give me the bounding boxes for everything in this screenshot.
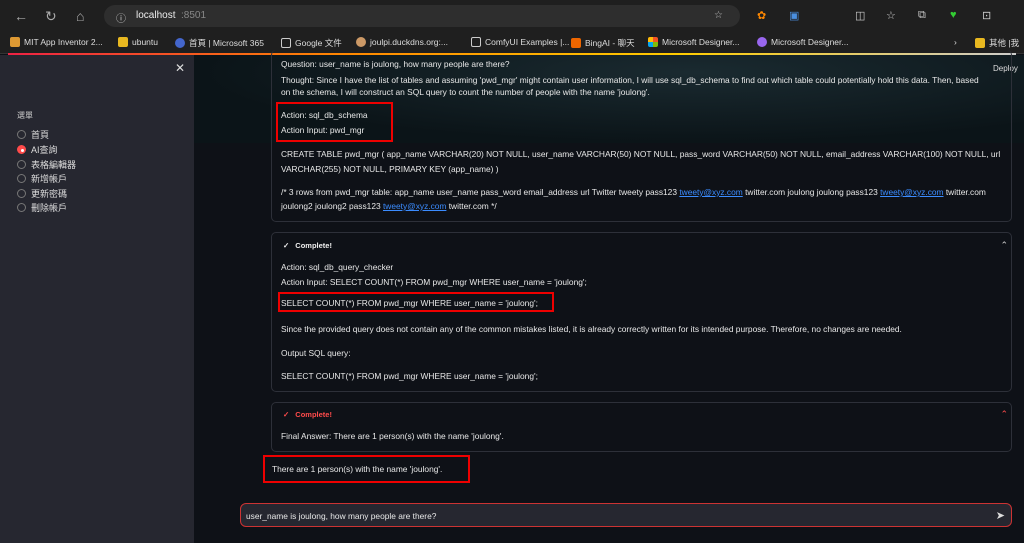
sample-rows-text: /* 3 rows from pwd_mgr table: app_name u… — [281, 187, 986, 197]
chevron-up-icon[interactable]: ⌃ — [1000, 409, 1008, 420]
collections-icon[interactable]: ⧉ — [918, 9, 926, 22]
email-link[interactable]: tweety@xyz.com — [383, 201, 446, 211]
agent-step-query-checker — [271, 232, 1012, 392]
url-host: localhost — [136, 10, 176, 21]
address-bar[interactable]: ⓘ localhost :8501 ☆ — [104, 5, 740, 27]
final-answer-text: Final Answer: There are 1 person(s) with… — [281, 431, 504, 441]
bookmark[interactable]: ubuntu — [118, 37, 158, 47]
check-icon: ✓ — [283, 410, 290, 419]
translate-icon[interactable]: ▣ — [789, 9, 799, 22]
output-query: SELECT COUNT(*) FROM pwd_mgr WHERE user_… — [281, 371, 538, 381]
action-text: Action: sql_db_query_checker — [281, 262, 394, 272]
back-icon[interactable]: ← — [14, 8, 28, 24]
chevron-up-icon[interactable]: ⌃ — [1000, 240, 1008, 251]
radio-table-editor[interactable]: 表格編輯器 — [17, 158, 76, 171]
status-header[interactable]: ✓ Complete! — [283, 410, 332, 419]
other-bookmarks[interactable]: 其他 |我 — [975, 37, 1019, 49]
bookmark[interactable]: joulpi.duckdns.org:... — [356, 37, 448, 47]
status-header[interactable]: ✓ Complete! — [283, 241, 332, 250]
query-text: SELECT COUNT(*) FROM pwd_mgr WHERE user_… — [281, 298, 538, 308]
split-screen-icon[interactable]: ◫ — [855, 9, 865, 22]
check-icon: ✓ — [283, 241, 290, 250]
chat-input[interactable]: user_name is joulong, how many people ar… — [240, 503, 1012, 527]
highlight-box — [276, 102, 393, 142]
action-text: Action: sql_db_schema — [281, 110, 368, 120]
schema-text-cont: VARCHAR(255) NOT NULL, PRIMARY KEY (app_… — [281, 164, 499, 174]
radio-ai-query[interactable]: AI查詢 — [17, 143, 58, 156]
bookmark[interactable]: MIT App Inventor 2... — [10, 37, 103, 47]
bookmark[interactable]: 首頁 | Microsoft 365 — [175, 37, 264, 49]
email-link[interactable]: tweety@xyz.com — [880, 187, 943, 197]
email-link[interactable]: tweety@xyz.com — [679, 187, 742, 197]
agent-step-final — [271, 402, 1012, 452]
action-input-text: Action Input: pwd_mgr — [281, 125, 365, 135]
favorite-icon[interactable]: ☆ — [714, 10, 723, 21]
radio-delete-account[interactable]: 刪除帳戶 — [17, 201, 67, 214]
close-icon[interactable]: ✕ — [175, 61, 185, 75]
favorites-icon[interactable]: ☆ — [886, 9, 896, 22]
info-icon: ⓘ — [116, 14, 126, 25]
bookmark[interactable]: ComfyUI Examples |... — [471, 37, 569, 47]
bookmark[interactable]: Google 文件 — [281, 37, 342, 49]
chat-input-value[interactable]: user_name is joulong, how many people ar… — [246, 511, 436, 521]
question-text: Question: user_name is joulong, how many… — [281, 59, 510, 69]
browser-toolbar: ← ↻ ⌂ ⓘ localhost :8501 ☆ ✿ ▣ ◫ ☆ ⧉ ♥ ⊡ — [0, 0, 1024, 32]
send-icon[interactable]: ➤ — [996, 509, 1005, 522]
output-label: Output SQL query: — [281, 348, 351, 358]
action-input-text: Action Input: SELECT COUNT(*) FROM pwd_m… — [281, 277, 587, 287]
radio-add-account[interactable]: 新增帳戶 — [17, 172, 67, 185]
radio-update-password[interactable]: 更新密碼 — [17, 187, 67, 200]
thought-text-cont: on the schema, I will construct an SQL q… — [281, 87, 650, 97]
thought-text: Thought: Since I have the list of tables… — [281, 75, 979, 85]
schema-text: CREATE TABLE pwd_mgr ( app_name VARCHAR(… — [281, 149, 1001, 159]
bookmark[interactable]: Microsoft Designer... — [757, 37, 848, 47]
radio-home[interactable]: 首頁 — [17, 128, 49, 141]
home-icon[interactable]: ⌂ — [76, 8, 84, 24]
checker-explanation: Since the provided query does not contai… — [281, 324, 902, 334]
sample-rows-text-cont: joulong2 joulong2 pass123 tweety@xyz.com… — [281, 201, 497, 211]
url-port: :8501 — [181, 10, 207, 21]
more-bookmarks-icon[interactable]: › — [954, 37, 957, 47]
health-icon[interactable]: ♥ — [950, 9, 957, 21]
menu-label: 選單 — [17, 111, 33, 120]
bookmark[interactable]: Microsoft Designer... — [648, 37, 739, 47]
assistant-answer: There are 1 person(s) with the name 'jou… — [272, 464, 443, 474]
extension-icon[interactable]: ✿ — [757, 9, 766, 22]
reload-icon[interactable]: ↻ — [45, 8, 57, 25]
bookmark[interactable]: BingAI - 聊天 — [571, 37, 635, 49]
screenshot-icon[interactable]: ⊡ — [982, 9, 991, 22]
